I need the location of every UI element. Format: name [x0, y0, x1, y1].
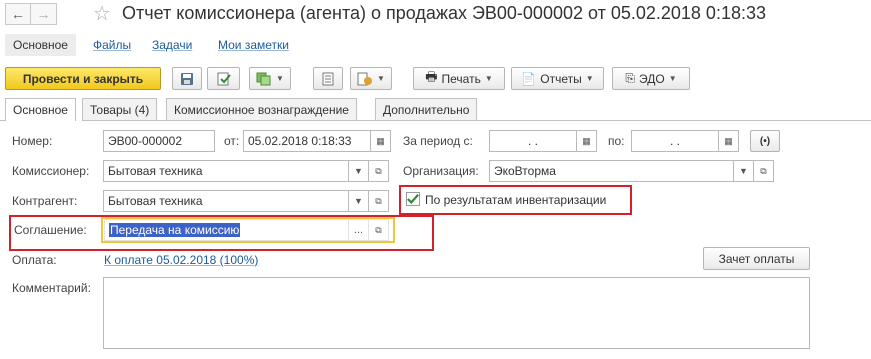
document-attach-icon: [357, 72, 373, 85]
journal-button[interactable]: [313, 67, 343, 90]
arrow-left-icon: ←: [11, 6, 25, 22]
print-label: Печать: [441, 71, 481, 86]
chevron-down-icon: ▼: [484, 74, 493, 83]
chevron-down-icon: ▼: [377, 74, 385, 83]
agreement-value: Передача на комиссию: [109, 223, 241, 237]
section-files[interactable]: Файлы: [93, 38, 131, 52]
date-field[interactable]: 05.02.2018 0:18:33: [243, 130, 371, 152]
commissioner-field[interactable]: Бытовая техника: [103, 160, 349, 182]
section-tasks[interactable]: Задачи: [152, 38, 192, 52]
period-to-calendar-button[interactable]: ▦: [719, 130, 739, 152]
section-main[interactable]: Основное: [5, 34, 76, 56]
inventory-label[interactable]: По результатам инвентаризации: [425, 193, 606, 207]
calendar-icon: ▦: [376, 135, 385, 146]
commissioner-label: Комиссионер:: [12, 164, 90, 178]
agreement-open-button[interactable]: ⧉: [369, 219, 389, 241]
commissioner-open-button[interactable]: ⧉: [369, 160, 389, 182]
forward-button[interactable]: →: [31, 3, 57, 25]
edo-icon: ⎘: [625, 71, 635, 85]
arrow-right-icon: →: [36, 6, 51, 22]
post-document-icon: [217, 72, 231, 85]
organization-label: Организация:: [403, 164, 479, 178]
period-from-calendar-button[interactable]: ▦: [577, 130, 597, 152]
star-icon[interactable]: ☆: [93, 1, 111, 26]
period-from-field[interactable]: . .: [489, 130, 577, 152]
chevron-down-icon: ▼: [668, 74, 677, 83]
number-field[interactable]: ЭВ00-000002: [103, 130, 215, 152]
create-based-on-button[interactable]: ▼: [249, 67, 291, 90]
payment-label: Оплата:: [12, 253, 57, 267]
chevron-down-icon: ▼: [739, 166, 748, 176]
agreement-select-button[interactable]: ...: [349, 219, 369, 241]
edo-label: ЭДО: [639, 71, 665, 86]
date-label: от:: [224, 134, 240, 148]
counterparty-open-button[interactable]: ⧉: [369, 190, 389, 212]
attach-button[interactable]: ▼: [350, 67, 392, 90]
comment-textarea[interactable]: [103, 277, 810, 349]
reports-button[interactable]: 📄 Отчеты ▼: [511, 67, 604, 90]
organization-open-button[interactable]: ⧉: [754, 160, 774, 182]
counterparty-label: Контрагент:: [12, 194, 78, 208]
save-button[interactable]: [172, 67, 202, 90]
chevron-down-icon: ▼: [585, 74, 594, 83]
checkmark-icon: [407, 193, 419, 205]
post-and-close-button[interactable]: Провести и закрыть: [5, 67, 161, 90]
section-notes[interactable]: Мои заметки: [218, 38, 289, 52]
period-icon: (•): [759, 135, 771, 147]
tab-main[interactable]: Основное: [5, 98, 76, 121]
tab-goods[interactable]: Товары (4): [82, 98, 158, 120]
ellipsis-icon: ...: [353, 224, 364, 236]
calendar-button[interactable]: ▦: [371, 130, 391, 152]
organization-dropdown-button[interactable]: ▼: [734, 160, 754, 182]
organization-field[interactable]: ЭкоВторма: [489, 160, 734, 182]
save-icon: [181, 72, 193, 85]
agreement-label: Соглашение:: [14, 223, 87, 237]
period-to-label: по:: [608, 134, 625, 148]
open-icon: ⧉: [375, 224, 382, 235]
back-button[interactable]: ←: [5, 3, 31, 25]
tab-additional[interactable]: Дополнительно: [375, 98, 478, 120]
edo-button[interactable]: ⎘ ЭДО ▼: [612, 67, 690, 90]
chevron-down-icon: ▼: [354, 166, 363, 176]
open-icon: ⧉: [375, 195, 382, 206]
counterparty-field[interactable]: Бытовая техника: [103, 190, 349, 212]
print-button[interactable]: 🖶 Печать ▼: [413, 67, 505, 90]
tab-divider-left: [0, 120, 5, 121]
report-icon: 📄: [521, 71, 537, 86]
tab-divider: [82, 120, 871, 121]
printer-icon: 🖶: [425, 68, 438, 84]
inventory-checkbox[interactable]: [406, 192, 420, 206]
calendar-icon: ▦: [724, 135, 733, 146]
post-button[interactable]: [207, 67, 240, 90]
payment-link[interactable]: К оплате 05.02.2018 (100%): [104, 253, 258, 267]
period-from-label: За период с:: [403, 134, 473, 148]
number-label: Номер:: [12, 134, 53, 148]
list-icon: [322, 72, 334, 85]
open-icon: ⧉: [375, 165, 382, 176]
period-to-field[interactable]: . .: [631, 130, 719, 152]
open-icon: ⧉: [760, 165, 767, 176]
reports-label: Отчеты: [540, 71, 582, 86]
chevron-down-icon: ▼: [276, 74, 284, 83]
commissioner-dropdown-button[interactable]: ▼: [349, 160, 369, 182]
page-title: Отчет комиссионера (агента) о продажах Э…: [122, 3, 766, 23]
agreement-field[interactable]: Передача на комиссию: [104, 219, 349, 241]
calendar-icon: ▦: [582, 135, 591, 146]
offset-payment-button[interactable]: Зачет оплаты: [703, 247, 810, 270]
documents-green-icon: [256, 72, 271, 85]
chevron-down-icon: ▼: [354, 196, 363, 206]
counterparty-dropdown-button[interactable]: ▼: [349, 190, 369, 212]
comment-label: Комментарий:: [12, 281, 91, 295]
period-select-button[interactable]: (•): [750, 130, 780, 152]
tab-commission-fee[interactable]: Комиссионное вознаграждение: [166, 98, 357, 120]
